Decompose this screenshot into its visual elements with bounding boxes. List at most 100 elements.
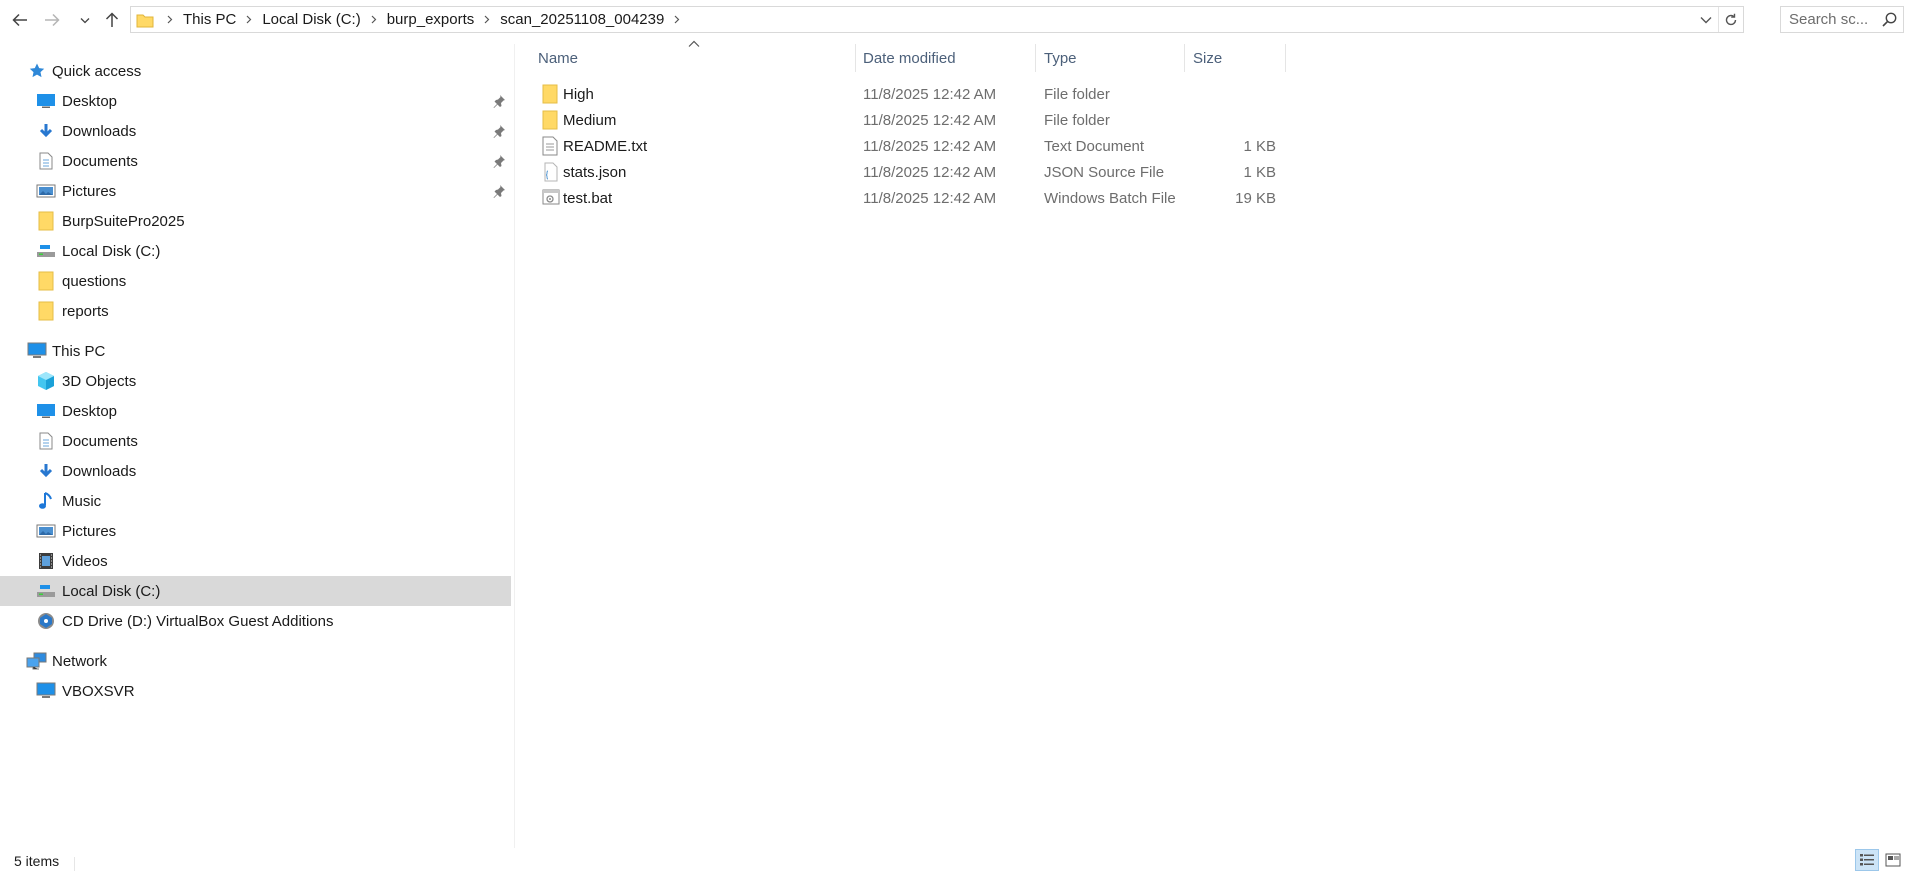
file-row-stats-json[interactable]: stats.json 11/8/2025 12:42 AM JSON Sourc… [528, 159, 1288, 185]
large-icons-view-button[interactable] [1881, 849, 1905, 871]
details-view-icon [1860, 854, 1874, 866]
file-date: 11/8/2025 12:42 AM [863, 111, 997, 129]
file-size: 19 KB [1235, 189, 1276, 207]
details-view-button[interactable] [1855, 849, 1879, 871]
forward-arrow-icon [45, 13, 60, 27]
file-name: test.bat [563, 189, 613, 207]
up-arrow-icon [105, 12, 119, 27]
file-type: JSON Source File [1044, 163, 1165, 181]
pane-divider[interactable] [514, 44, 515, 848]
star-icon [26, 60, 48, 82]
nav-pc-music[interactable]: Music [0, 486, 511, 516]
column-resize-handle[interactable] [1035, 44, 1036, 72]
nav-pc-local-disk[interactable]: Local Disk (C:) [0, 576, 511, 606]
nav-qa-desktop[interactable]: Desktop [0, 86, 511, 116]
file-date: 11/8/2025 12:42 AM [863, 163, 997, 181]
navigation-toolbar: This PC Local Disk (C:) burp_exports sca… [0, 0, 1910, 40]
folder-icon [136, 14, 154, 27]
file-row-test-bat[interactable]: test.bat 11/8/2025 12:42 AM Windows Batc… [528, 185, 1288, 211]
search-input[interactable] [1789, 11, 1881, 28]
column-header-date-modified[interactable]: Date modified [863, 44, 1033, 72]
pictures-icon [35, 180, 57, 202]
3d-objects-icon [35, 370, 57, 392]
file-row-medium[interactable]: Medium 11/8/2025 12:42 AM File folder [528, 107, 1288, 133]
nav-network-vboxsvr[interactable]: VBOXSVR [0, 676, 511, 706]
file-date: 11/8/2025 12:42 AM [863, 189, 997, 207]
refresh-button[interactable] [1718, 7, 1743, 32]
address-bar[interactable]: This PC Local Disk (C:) burp_exports sca… [130, 6, 1744, 33]
forward-button[interactable] [38, 6, 66, 34]
breadcrumb-separator-icon[interactable] [484, 15, 490, 24]
file-row-high[interactable]: High 11/8/2025 12:42 AM File folder [528, 81, 1288, 107]
folder-icon [35, 210, 57, 232]
large-icons-view-icon [1885, 853, 1901, 867]
nav-network[interactable]: Network [0, 646, 511, 676]
breadcrumb-separator-icon[interactable] [674, 15, 680, 24]
nav-qa-local-disk[interactable]: Local Disk (C:) [0, 236, 511, 266]
file-date: 11/8/2025 12:42 AM [863, 85, 997, 103]
file-size: 1 KB [1243, 163, 1276, 181]
pin-icon[interactable] [492, 94, 506, 108]
file-row-readme[interactable]: README.txt 11/8/2025 12:42 AM Text Docum… [528, 133, 1288, 159]
recent-locations-button[interactable] [74, 6, 96, 34]
nav-pc-cd-drive[interactable]: CD Drive (D:) VirtualBox Guest Additions [0, 606, 511, 636]
file-name: README.txt [563, 137, 648, 155]
drive-icon [35, 240, 57, 262]
navigation-pane: Quick access Desktop Downloads Documents… [0, 56, 511, 846]
videos-icon [35, 550, 57, 572]
folder-icon [542, 110, 558, 130]
folder-icon [35, 270, 57, 292]
drive-icon [35, 580, 57, 602]
nav-qa-reports[interactable]: reports [0, 296, 511, 326]
nav-quick-access[interactable]: Quick access [0, 56, 511, 86]
search-box[interactable] [1780, 6, 1904, 33]
breadcrumb-item-scan-folder[interactable]: scan_20251108_004239 [499, 11, 665, 28]
column-resize-handle[interactable] [855, 44, 856, 72]
nav-pc-desktop[interactable]: Desktop [0, 396, 511, 426]
file-type: Windows Batch File [1044, 189, 1176, 207]
breadcrumb-item-burp-exports[interactable]: burp_exports [386, 11, 476, 28]
nav-qa-burpsuitepro2025[interactable]: BurpSuitePro2025 [0, 206, 511, 236]
file-name: Medium [563, 111, 617, 129]
nav-qa-questions[interactable]: questions [0, 266, 511, 296]
downloads-icon [35, 460, 57, 482]
column-resize-handle[interactable] [1184, 44, 1185, 72]
breadcrumb-separator-icon[interactable] [246, 15, 252, 24]
nav-pc-3d-objects[interactable]: 3D Objects [0, 366, 511, 396]
nav-pc-videos[interactable]: Videos [0, 546, 511, 576]
up-button[interactable] [98, 6, 126, 34]
desktop-icon [35, 90, 57, 112]
file-date: 11/8/2025 12:42 AM [863, 137, 997, 155]
nav-qa-downloads[interactable]: Downloads [0, 116, 511, 146]
file-type: File folder [1044, 111, 1110, 129]
batch-file-icon [542, 189, 560, 205]
file-type: Text Document [1044, 137, 1145, 155]
refresh-icon [1725, 13, 1737, 25]
pin-icon[interactable] [492, 154, 506, 168]
folder-icon [542, 84, 558, 104]
column-resize-handle[interactable] [1285, 44, 1286, 72]
nav-this-pc[interactable]: This PC [0, 336, 511, 366]
breadcrumb-separator-icon [167, 15, 173, 24]
file-name: High [563, 85, 594, 103]
music-icon [35, 490, 57, 512]
nav-qa-documents[interactable]: Documents [0, 146, 511, 176]
nav-pc-downloads[interactable]: Downloads [0, 456, 511, 486]
column-header-type[interactable]: Type [1044, 44, 1184, 72]
pin-icon[interactable] [492, 184, 506, 198]
column-header-name[interactable]: Name [538, 44, 844, 72]
address-history-dropdown[interactable] [1695, 7, 1717, 32]
status-divider [74, 857, 75, 871]
file-size [1193, 107, 1276, 133]
back-button[interactable] [6, 6, 34, 34]
downloads-icon [35, 120, 57, 142]
network-computer-icon [35, 680, 57, 702]
pin-icon[interactable] [492, 124, 506, 138]
column-header-size[interactable]: Size [1193, 44, 1283, 72]
nav-pc-documents[interactable]: Documents [0, 426, 511, 456]
breadcrumb-item-this-pc[interactable]: This PC [182, 11, 237, 28]
breadcrumb-separator-icon[interactable] [371, 15, 377, 24]
breadcrumb-item-local-disk[interactable]: Local Disk (C:) [261, 11, 361, 28]
nav-qa-pictures[interactable]: Pictures [0, 176, 511, 206]
nav-pc-pictures[interactable]: Pictures [0, 516, 511, 546]
